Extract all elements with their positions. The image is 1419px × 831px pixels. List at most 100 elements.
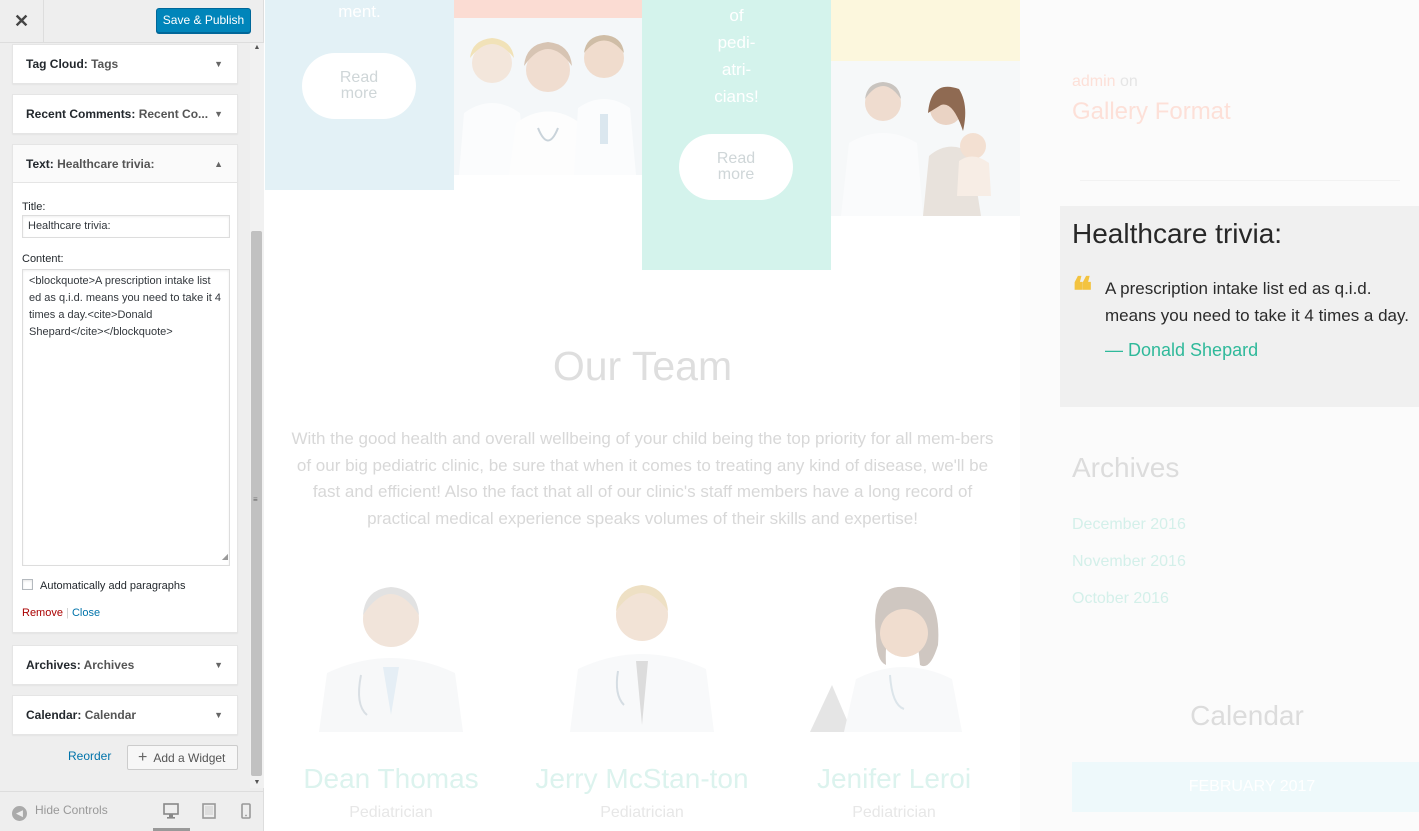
widget-heading: Healthcare trivia: (1072, 218, 1283, 249)
widget-title: Calendar (84, 708, 137, 722)
save-publish-button[interactable]: Save & Publish (156, 8, 251, 33)
widget-title: Healthcare trivia: (57, 157, 155, 171)
widget-header[interactable]: Tag Cloud: Tags ▼ (13, 45, 237, 83)
archives-heading: Archives (1072, 452, 1180, 483)
member-role: Pediatrician (600, 804, 684, 821)
expand-arrow-icon[interactable]: ▼ (214, 696, 223, 734)
member-photo (810, 586, 962, 732)
mobile-icon[interactable] (238, 802, 254, 820)
collapse-icon: ◀ (12, 806, 27, 821)
post-author-link[interactable]: admin (1072, 73, 1116, 90)
content-text: <blockquote>A prescription intake list e… (29, 275, 225, 338)
collapse-arrow-icon[interactable]: ▲ (214, 145, 223, 182)
autop-label: Automatically add paragraphs (40, 580, 186, 592)
archive-link[interactable]: November 2016 (1072, 553, 1186, 571)
widget-type: Text: (26, 157, 54, 171)
member-photo (319, 587, 463, 732)
team-member: Jerry McStan-ton Pediatrician (527, 575, 757, 831)
doctor-baby-photo (831, 61, 1020, 216)
widget-title: Tags (91, 57, 119, 71)
quote-icon: ❝ (1072, 268, 1093, 313)
widget-type: Archives: (26, 658, 81, 672)
autop-option[interactable]: Automatically add paragraphs (22, 579, 186, 592)
member-photo (570, 585, 714, 732)
close-icon[interactable]: ✕ (0, 0, 44, 43)
widget-archives[interactable]: Archives: Archives ▼ (12, 645, 238, 685)
site-sidebar: admin on Gallery Format Healthcare trivi… (1060, 0, 1419, 831)
widget-type: Tag Cloud: (26, 57, 88, 71)
widget-text-healthcare-trivia[interactable]: Text: Healthcare trivia: ▲ Title: Health… (12, 144, 238, 633)
photo-tile-doctors (454, 0, 642, 175)
member-name[interactable]: Jerry McStan-ton (527, 765, 757, 793)
hide-controls-button[interactable]: ◀ Hide Controls (12, 803, 108, 821)
calendar-month: FEBRUARY 2017 (1072, 762, 1419, 812)
title-label: Title: (22, 201, 46, 213)
member-name[interactable]: Jenifer Leroi (779, 765, 1009, 793)
expand-arrow-icon[interactable]: ▼ (214, 95, 223, 133)
scroll-grip-icon: ≡ (253, 495, 258, 504)
main-content: ment. Read more of pedi- atri- cians! Re… (265, 0, 1020, 831)
add-widget-button[interactable]: + Add a Widget (127, 745, 238, 770)
widget-type: Recent Comments: (26, 107, 136, 121)
archive-link[interactable]: December 2016 (1072, 516, 1186, 534)
customizer-panel: ✕ Save & Publish Tag Cloud: Tags ▼ Recen… (0, 0, 264, 831)
service-tile-teal: of pedi- atri- cians! Read more (642, 0, 831, 270)
service-tile-blue: ment. Read more (265, 0, 454, 190)
content-textarea[interactable]: <blockquote>A prescription intake list e… (22, 269, 230, 566)
widget-title: Recent Co... (138, 107, 209, 121)
plus-icon: + (138, 749, 148, 766)
trivia-quote: A prescription intake list ed as q.i.d. … (1105, 279, 1409, 325)
scroll-up-icon[interactable]: ▲ (250, 43, 264, 53)
widget-header[interactable]: Calendar: Calendar ▼ (13, 696, 237, 734)
desktop-icon[interactable] (163, 802, 179, 820)
member-name[interactable]: Dean Thomas (276, 765, 506, 793)
trivia-cite: — Donald Shepard (1105, 340, 1259, 360)
autop-checkbox[interactable] (22, 579, 33, 590)
team-title: Our Team (552, 343, 733, 389)
add-widget-label: Add a Widget (153, 751, 226, 765)
team-description: With the good health and overall wellbei… (291, 429, 994, 528)
resize-handle-icon[interactable]: ◢ (222, 548, 228, 565)
read-more-button[interactable]: Read more (679, 134, 793, 200)
member-role: Pediatrician (349, 804, 433, 821)
calendar-heading: Calendar (1190, 700, 1304, 731)
tile-text: ment. (338, 2, 381, 21)
widget-recent-comments[interactable]: Recent Comments: Recent Co... ▼ (12, 94, 238, 134)
site-preview: ment. Read more of pedi- atri- cians! Re… (265, 0, 1419, 831)
widget-header[interactable]: Text: Healthcare trivia: ▲ (13, 145, 237, 183)
team-member: Dean Thomas Pediatrician (276, 575, 506, 831)
widget-type: Calendar: (26, 708, 82, 722)
tablet-icon[interactable] (201, 802, 217, 820)
widget-header[interactable]: Recent Comments: Recent Co... ▼ (13, 95, 237, 133)
scroll-down-icon[interactable]: ▼ (250, 778, 264, 788)
widget-controls: Remove | Close (22, 607, 100, 619)
expand-arrow-icon[interactable]: ▼ (214, 646, 223, 684)
content-label: Content: (22, 253, 64, 265)
healthcare-trivia-widget: Healthcare trivia: ❝ A prescription inta… (1060, 206, 1419, 407)
team-member: Jenifer Leroi Pediatrician (779, 575, 1009, 831)
widget-calendar[interactable]: Calendar: Calendar ▼ (12, 695, 238, 735)
customizer-footer: ◀ Hide Controls (0, 791, 263, 831)
widget-header[interactable]: Archives: Archives ▼ (13, 646, 237, 684)
post-meta-on: on (1120, 73, 1138, 90)
reorder-link[interactable]: Reorder (68, 749, 111, 763)
widget-body: Title: Healthcare trivia: Content: <bloc… (13, 183, 237, 632)
customizer-header: ✕ Save & Publish (0, 0, 263, 43)
widgets-list: Tag Cloud: Tags ▼ Recent Comments: Recen… (0, 43, 250, 788)
photo-tile-doctor-baby (831, 0, 1020, 216)
title-input[interactable]: Healthcare trivia: (22, 215, 230, 238)
tile-color-bar (831, 0, 1020, 61)
close-link[interactable]: Close (72, 607, 100, 619)
widget-tag-cloud[interactable]: Tag Cloud: Tags ▼ (12, 44, 238, 84)
post-title-link[interactable]: Gallery Format (1072, 98, 1231, 126)
panel-scrollbar[interactable]: ▲ ≡ ▼ (250, 43, 264, 788)
archive-link[interactable]: October 2016 (1072, 590, 1169, 608)
divider (1080, 180, 1400, 181)
tile-color-bar (454, 0, 642, 18)
widget-title: Archives (83, 658, 135, 672)
remove-link[interactable]: Remove (22, 607, 63, 619)
expand-arrow-icon[interactable]: ▼ (214, 45, 223, 83)
read-more-button[interactable]: Read more (302, 53, 416, 119)
member-role: Pediatrician (852, 804, 936, 821)
doctors-photo (454, 18, 642, 175)
